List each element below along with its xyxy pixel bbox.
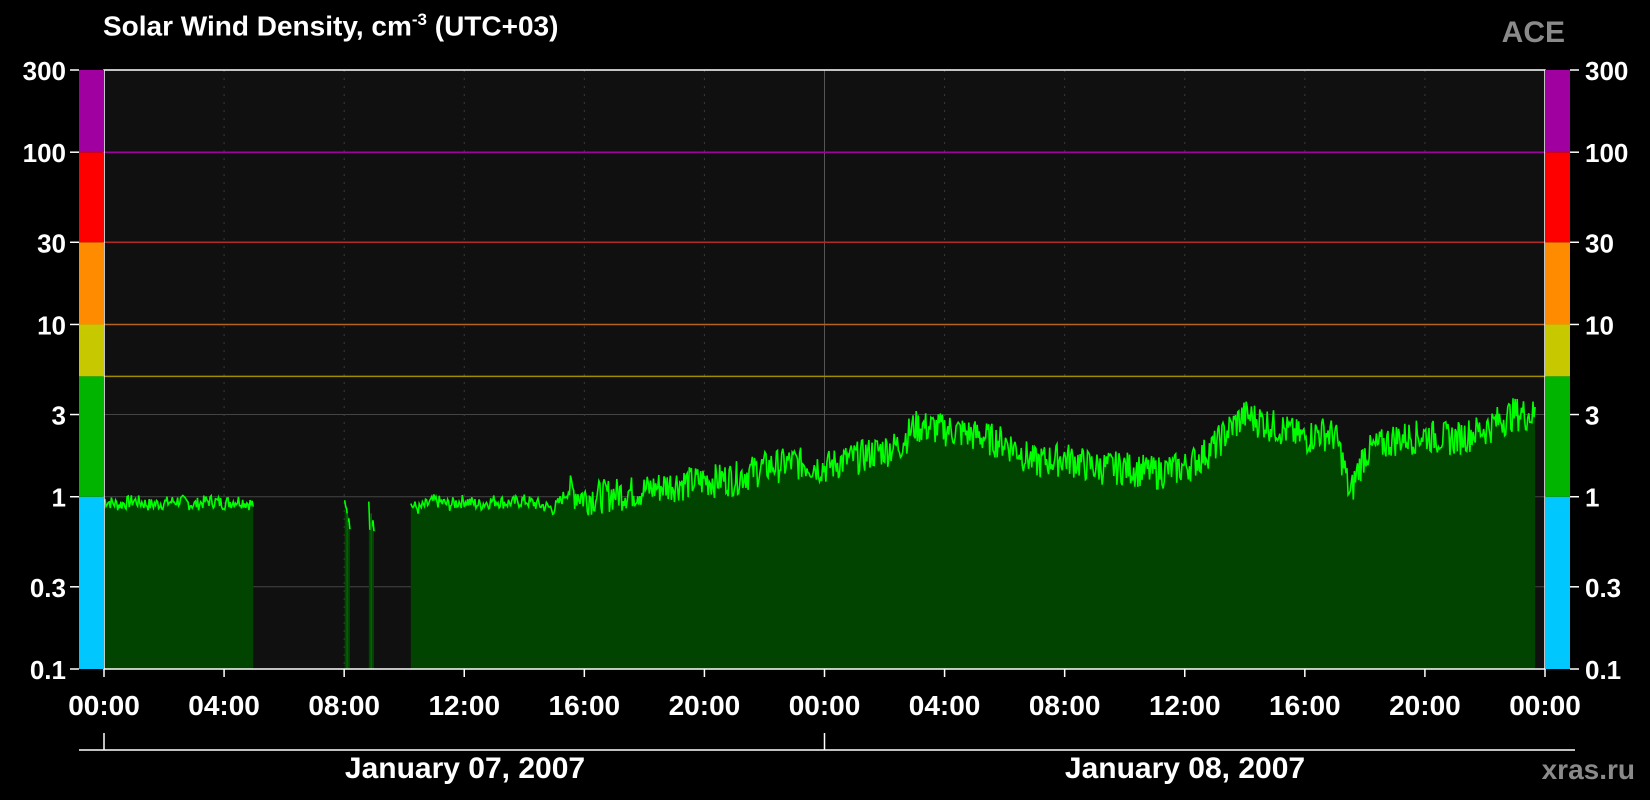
date-label-day2: January 08, 2007 — [1064, 752, 1306, 785]
y-tick-label-right: 1 — [1585, 483, 1599, 513]
x-tick-label: 00:00 — [68, 690, 140, 721]
chart-title-suffix: (UTC+03) — [426, 10, 559, 42]
x-tick-label: 04:00 — [909, 690, 981, 721]
chart-title-exponent: -3 — [411, 10, 427, 29]
y-tick-label-left: 3 — [52, 401, 66, 431]
y-tick-label-left: 300 — [23, 56, 66, 86]
right-scale-band — [1545, 152, 1570, 243]
y-tick-label-left: 0.3 — [30, 573, 66, 603]
left-scale-band — [79, 70, 104, 153]
date-label-day1: January 07, 2007 — [344, 752, 586, 785]
y-tick-label-right: 30 — [1585, 228, 1614, 258]
left-scale-band — [79, 152, 104, 243]
right-scale-band — [1545, 376, 1570, 497]
right-scale-band — [1545, 496, 1570, 669]
x-tick-label: 20:00 — [1389, 690, 1461, 721]
source-label: ACE — [1501, 16, 1565, 49]
x-tick-label: 12:00 — [1149, 690, 1221, 721]
density-area — [104, 495, 254, 669]
right-scale-band — [1545, 242, 1570, 325]
left-scale-band — [79, 324, 104, 377]
y-tick-label-right: 3 — [1585, 401, 1599, 431]
x-tick-label: 16:00 — [1269, 690, 1341, 721]
y-tick-label-right: 0.3 — [1585, 573, 1621, 603]
x-tick-label: 00:00 — [789, 690, 861, 721]
y-tick-label-right: 300 — [1585, 56, 1628, 86]
left-scale-band — [79, 242, 104, 325]
chart-title-prefix: Solar Wind Density, cm — [103, 10, 412, 42]
left-scale-band — [79, 376, 104, 497]
y-tick-label-left: 1 — [52, 483, 66, 513]
y-tick-label-left: 100 — [23, 138, 66, 168]
x-tick-label: 00:00 — [1509, 690, 1581, 721]
y-tick-label-left: 30 — [37, 228, 66, 258]
chart-title: Solar Wind Density, cm-3 (UTC+03) — [103, 10, 558, 42]
x-tick-label: 04:00 — [188, 690, 260, 721]
right-scale-band — [1545, 324, 1570, 377]
x-tick-label: 20:00 — [669, 690, 741, 721]
credit-label: xras.ru — [1541, 754, 1635, 785]
left-scale-band — [79, 496, 104, 669]
y-tick-label-left: 10 — [37, 310, 66, 340]
y-tick-label-right: 0.1 — [1585, 655, 1621, 685]
x-tick-label: 16:00 — [549, 690, 621, 721]
solar-wind-density-chart: 300 300100 10030 3010 103 31 10.3 0.30.1 0.100:0… — [23, 56, 1628, 751]
y-tick-label-right: 100 — [1585, 138, 1628, 168]
x-tick-label: 12:00 — [428, 690, 500, 721]
right-scale-band — [1545, 70, 1570, 153]
x-tick-label: 08:00 — [308, 690, 380, 721]
y-tick-label-right: 10 — [1585, 310, 1614, 340]
y-tick-label-left: 0.1 — [30, 655, 66, 685]
x-tick-label: 08:00 — [1029, 690, 1101, 721]
